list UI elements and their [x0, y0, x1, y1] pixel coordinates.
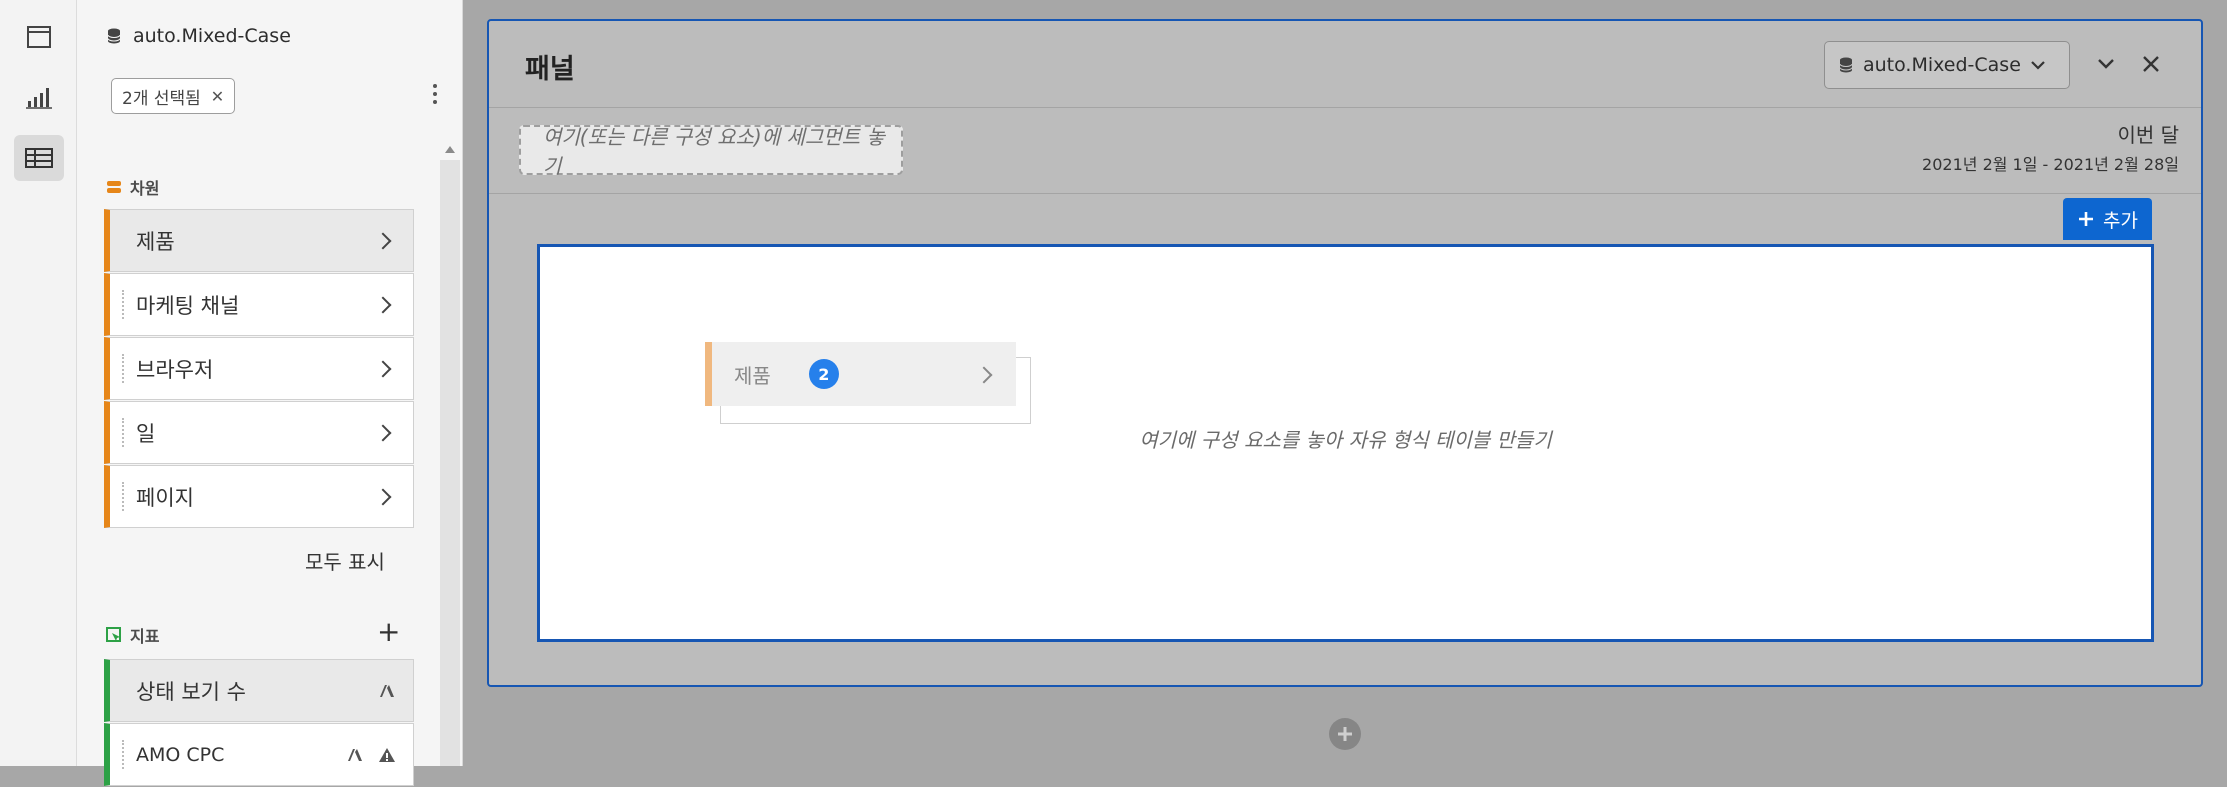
drag-handle[interactable]: [122, 740, 124, 769]
freeform-panel: 패널 auto.Mixed-Case 여기(또는 다른 구성 요소)에 세그먼트…: [487, 19, 2203, 687]
drag-handle[interactable]: [122, 482, 124, 511]
drop-hint: 여기에 구성 요소를 놓아 자유 형식 테이블 만들기: [1139, 428, 1552, 452]
list-item-label: 브라우저: [136, 357, 214, 382]
list-item-label: 일: [136, 421, 156, 446]
list-item-label: 마케팅 채널: [136, 293, 240, 318]
chevron-right-icon[interactable]: [374, 488, 392, 505]
freeform-drop-zone[interactable]: 제품 2 여기에 구성 요소를 놓아 자유 형식 테이블 만들기: [537, 244, 2154, 642]
header-divider: [489, 193, 2201, 194]
metrics-list: 상태 보기 수 AMO CPC: [104, 659, 414, 787]
chevron-right-icon[interactable]: [374, 232, 392, 249]
close-icon[interactable]: [2136, 49, 2166, 79]
adobe-icon: [348, 748, 362, 761]
selection-tag-label: 2개 선택됨: [122, 88, 201, 109]
list-item[interactable]: 페이지: [104, 465, 414, 528]
add-button[interactable]: 추가: [2063, 198, 2152, 240]
list-item[interactable]: 일: [104, 401, 414, 464]
visualization-icon[interactable]: [14, 74, 64, 120]
header-divider: [489, 107, 2201, 108]
adobe-icon: [380, 684, 394, 697]
chevron-down-icon: [2031, 61, 2045, 70]
list-item-label: AMO CPC: [136, 743, 225, 766]
add-panel-icon[interactable]: [1329, 718, 1361, 750]
dimensions-heading: 차원: [106, 175, 159, 199]
drag-ghost-label: 제품: [734, 363, 771, 388]
scroll-up-icon[interactable]: [445, 146, 455, 153]
report-suite-dropdown[interactable]: auto.Mixed-Case: [1824, 41, 2070, 89]
collapse-icon[interactable]: [2091, 49, 2121, 79]
report-suite-label[interactable]: auto.Mixed-Case: [107, 25, 291, 47]
metrics-heading-label: 지표: [130, 627, 160, 646]
dimensions-heading-label: 차원: [130, 179, 160, 198]
show-all-link[interactable]: 모두 표시: [305, 546, 385, 575]
chevron-right-icon: [975, 366, 993, 384]
plus-icon: [2079, 212, 2094, 226]
drag-handle[interactable]: [122, 354, 124, 383]
list-item[interactable]: 브라우저: [104, 337, 414, 400]
list-item[interactable]: 마케팅 채널: [104, 273, 414, 336]
database-icon: [1839, 57, 1853, 73]
drag-handle[interactable]: [122, 418, 124, 447]
report-suite-name: auto.Mixed-Case: [133, 25, 291, 47]
components-icon[interactable]: [14, 135, 64, 181]
more-options-icon[interactable]: [432, 84, 438, 104]
list-item[interactable]: 제품: [104, 209, 414, 272]
drag-handle[interactable]: [122, 290, 124, 319]
count-badge: 2: [808, 359, 839, 389]
list-item-label: 페이지: [136, 485, 194, 510]
panel-icon[interactable]: [14, 14, 64, 60]
dimensions-list: 제품 마케팅 채널 브라우저 일 페이지: [104, 209, 414, 529]
chevron-right-icon[interactable]: [374, 296, 392, 313]
panel-title: 패널: [525, 54, 575, 85]
left-rail: [0, 0, 77, 766]
date-range-label[interactable]: 이번 달: [2117, 119, 2179, 148]
add-metric-icon[interactable]: +: [377, 618, 400, 646]
scrollbar[interactable]: [440, 160, 460, 766]
list-item[interactable]: 상태 보기 수: [104, 659, 414, 722]
selection-tag[interactable]: 2개 선택됨 ✕: [111, 78, 236, 114]
list-item[interactable]: AMO CPC: [104, 723, 414, 786]
metric-icon: [106, 627, 121, 642]
list-item-label: 제품: [136, 229, 175, 254]
segment-drop-zone[interactable]: 여기(또는 다른 구성 요소)에 세그먼트 놓기: [519, 125, 903, 178]
drag-ghost-item: 제품 2: [705, 342, 1016, 406]
add-button-label: 추가: [2103, 209, 2138, 232]
list-item-label: 상태 보기 수: [136, 679, 246, 704]
dimension-icon: [107, 181, 121, 193]
date-range-value[interactable]: 2021년 2월 1일 - 2021년 2월 28일: [1922, 151, 2179, 175]
report-suite-dropdown-label: auto.Mixed-Case: [1863, 54, 2021, 76]
database-icon: [107, 28, 121, 44]
close-icon[interactable]: ✕: [211, 87, 224, 106]
chevron-right-icon[interactable]: [374, 424, 392, 441]
chevron-right-icon[interactable]: [374, 360, 392, 377]
alert-icon: [379, 747, 395, 762]
metrics-heading: 지표: [106, 623, 159, 647]
